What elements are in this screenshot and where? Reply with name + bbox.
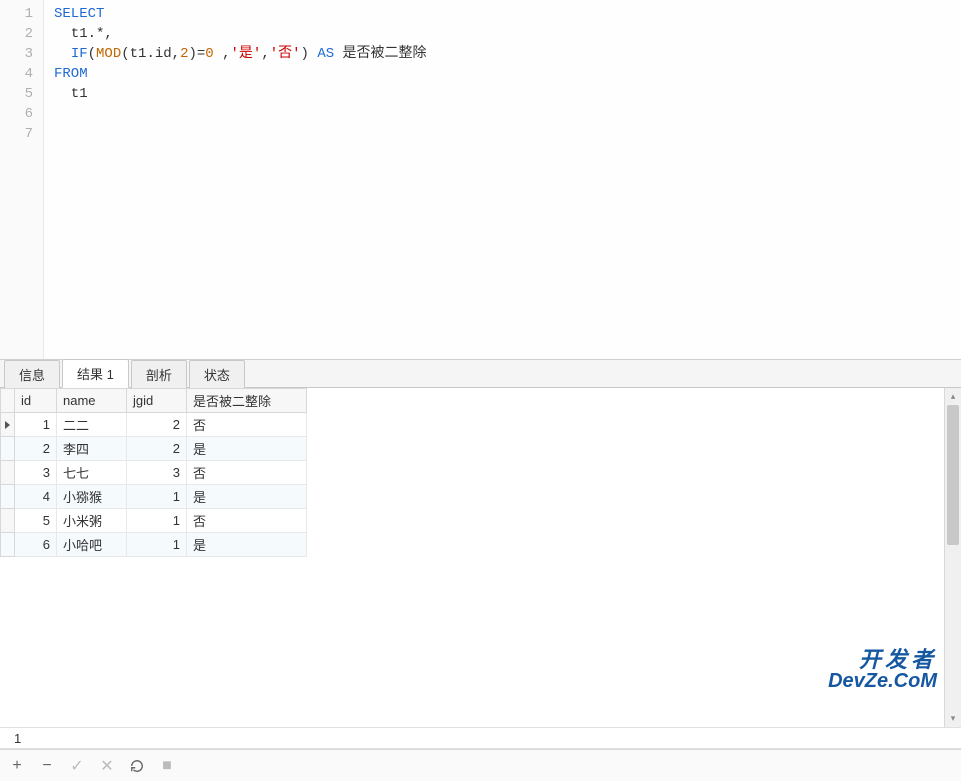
cell-divide[interactable]: 否 [187,413,307,437]
cell-name[interactable]: 小猕猴 [57,485,127,509]
cancel-button[interactable]: ✕ [98,757,116,775]
cell-id[interactable]: 1 [15,413,57,437]
tab-结果 1[interactable]: 结果 1 [62,359,129,388]
cell-id[interactable]: 3 [15,461,57,485]
cell-jgid[interactable]: 2 [127,437,187,461]
row-header-corner [1,389,15,413]
add-row-button[interactable]: + [8,757,26,775]
cell-divide[interactable]: 是 [187,485,307,509]
row-indicator-cell [1,533,15,557]
current-row-icon [5,421,10,429]
status-text: 1 [14,731,21,746]
cell-id[interactable]: 6 [15,533,57,557]
line-number: 2 [0,24,43,44]
cell-jgid[interactable]: 1 [127,533,187,557]
sql-editor-pane: 1234567 SELECT t1.*, IF(MOD(t1.id,2)=0 ,… [0,0,961,360]
cell-jgid[interactable]: 1 [127,485,187,509]
results-pane: idnamejgid是否被二整除 1二二2否2李四2是3七七3否4小猕猴1是5小… [0,388,961,727]
stop-button[interactable]: ■ [158,757,176,775]
row-indicator-cell [1,485,15,509]
cell-id[interactable]: 4 [15,485,57,509]
column-header-id[interactable]: id [15,389,57,413]
line-number: 7 [0,124,43,144]
table-row[interactable]: 6小哈吧1是 [1,533,307,557]
scroll-thumb[interactable] [947,405,959,545]
vertical-scrollbar[interactable]: ▴ ▾ [944,388,961,727]
tab-剖析[interactable]: 剖析 [131,360,187,388]
bottom-toolbar: + − ✓ ✕ ■ [0,749,961,781]
editor-gutter: 1234567 [0,0,44,359]
cell-jgid[interactable]: 1 [127,509,187,533]
code-line[interactable]: FROM [54,64,961,84]
cell-name[interactable]: 小米粥 [57,509,127,533]
refresh-button[interactable] [128,757,146,775]
tab-信息[interactable]: 信息 [4,360,60,388]
table-row[interactable]: 4小猕猴1是 [1,485,307,509]
column-header-jgid[interactable]: jgid [127,389,187,413]
cell-name[interactable]: 李四 [57,437,127,461]
status-bar: 1 [0,727,961,749]
code-line[interactable]: t1.*, [54,24,961,44]
cell-jgid[interactable]: 2 [127,413,187,437]
tab-状态[interactable]: 状态 [189,360,245,388]
cell-name[interactable]: 小哈吧 [57,533,127,557]
code-line[interactable] [54,124,961,144]
table-row[interactable]: 2李四2是 [1,437,307,461]
cell-divide[interactable]: 是 [187,437,307,461]
cell-divide[interactable]: 否 [187,509,307,533]
table-row[interactable]: 1二二2否 [1,413,307,437]
scroll-down-arrow[interactable]: ▾ [945,710,961,727]
code-line[interactable]: t1 [54,84,961,104]
cell-id[interactable]: 5 [15,509,57,533]
code-line[interactable]: SELECT [54,4,961,24]
cell-name[interactable]: 七七 [57,461,127,485]
results-grid: idnamejgid是否被二整除 1二二2否2李四2是3七七3否4小猕猴1是5小… [0,388,307,557]
line-number: 6 [0,104,43,124]
line-number: 5 [0,84,43,104]
results-scroll[interactable]: idnamejgid是否被二整除 1二二2否2李四2是3七七3否4小猕猴1是5小… [0,388,944,727]
line-number: 4 [0,64,43,84]
line-number: 1 [0,4,43,24]
table-row[interactable]: 5小米粥1否 [1,509,307,533]
cell-id[interactable]: 2 [15,437,57,461]
result-tabs: 信息结果 1剖析状态 [0,360,961,388]
code-line[interactable] [54,104,961,124]
cell-divide[interactable]: 否 [187,461,307,485]
sql-code-area[interactable]: SELECT t1.*, IF(MOD(t1.id,2)=0 ,'是','否')… [44,0,961,359]
apply-button[interactable]: ✓ [68,757,86,775]
table-row[interactable]: 3七七3否 [1,461,307,485]
code-line[interactable]: IF(MOD(t1.id,2)=0 ,'是','否') AS 是否被二整除 [54,44,961,64]
cell-name[interactable]: 二二 [57,413,127,437]
line-number: 3 [0,44,43,64]
cell-divide[interactable]: 是 [187,533,307,557]
cell-jgid[interactable]: 3 [127,461,187,485]
refresh-icon [130,759,144,773]
row-indicator-cell [1,437,15,461]
row-indicator-cell [1,461,15,485]
scroll-up-arrow[interactable]: ▴ [945,388,961,405]
row-indicator-cell [1,509,15,533]
delete-row-button[interactable]: − [38,757,56,775]
column-header-name[interactable]: name [57,389,127,413]
row-indicator-cell [1,413,15,437]
column-header-是否被二整除[interactable]: 是否被二整除 [187,389,307,413]
